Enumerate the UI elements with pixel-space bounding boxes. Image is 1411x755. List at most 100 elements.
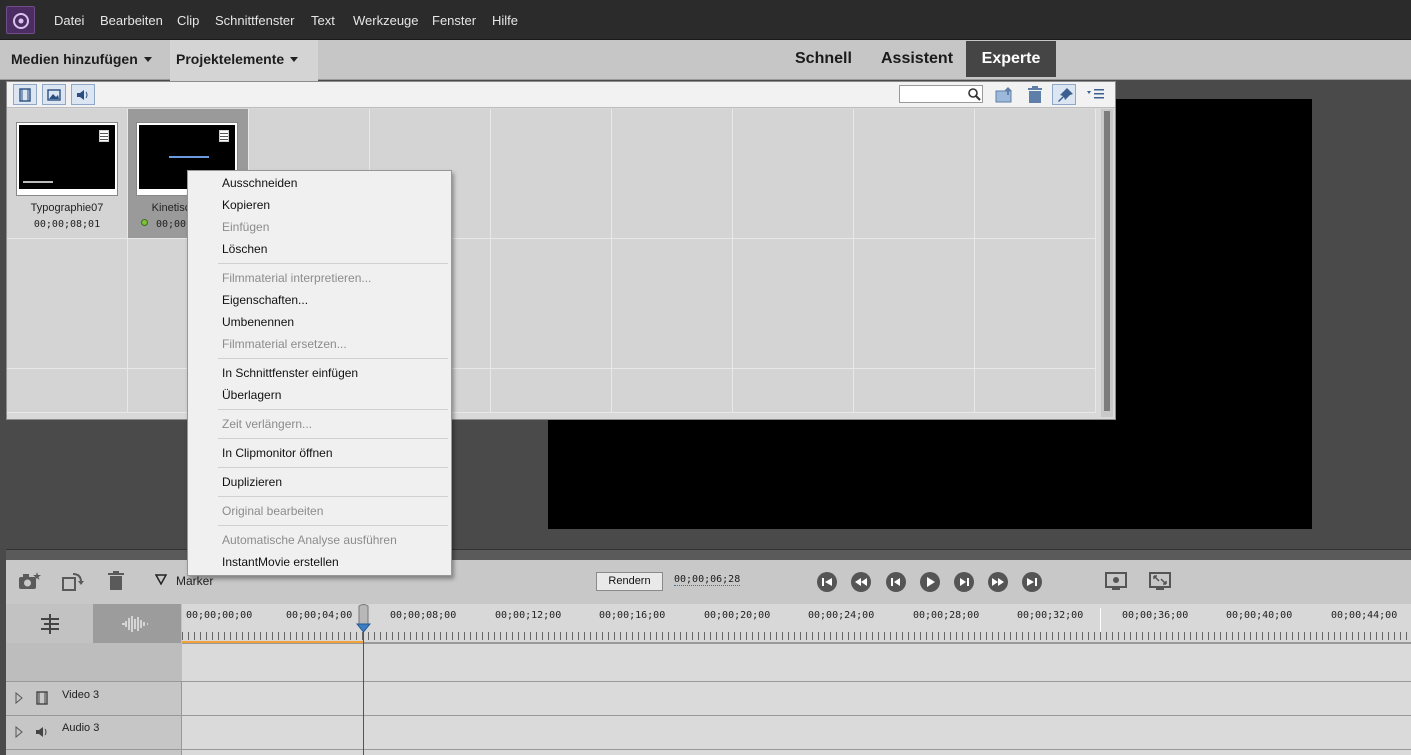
ctx-filmmaterial-interpretieren[interactable]: Filmmaterial interpretieren... (222, 271, 371, 285)
ctx-ausschneiden[interactable]: Ausschneiden (222, 176, 297, 190)
menu-separator (218, 525, 448, 526)
grid-cell (491, 369, 612, 413)
mode-schnell-button[interactable]: Schnell (795, 50, 852, 68)
track-header-audio-3[interactable]: Audio 3 (6, 715, 182, 749)
monitor-settings-icon[interactable] (1104, 571, 1128, 593)
playhead-line (363, 630, 364, 755)
filter-audio-icon[interactable] (71, 84, 95, 105)
filter-image-icon[interactable] (42, 84, 66, 105)
marker-dropdown[interactable]: Marker (176, 574, 213, 588)
ctx-zeit-verlaengern[interactable]: Zeit verlängern... (222, 417, 312, 431)
trash-icon[interactable] (106, 570, 126, 592)
grid-cell (975, 109, 1096, 239)
menu-separator (218, 263, 448, 264)
ruler-label: 00;00;04;00 (286, 610, 353, 621)
grid-cell (612, 109, 733, 239)
current-timecode[interactable]: 00;00;06;28 (674, 574, 741, 586)
menu-schnittfenster[interactable]: Schnittfenster (215, 13, 295, 28)
track-empty (182, 643, 1411, 681)
go-to-end-icon[interactable] (1022, 572, 1042, 592)
track-header-next (6, 749, 182, 755)
menu-separator (218, 358, 448, 359)
grid-cell (854, 369, 975, 413)
grid-cell (612, 239, 733, 369)
menu-separator (218, 496, 448, 497)
chevron-down-icon (290, 57, 299, 62)
menu-text[interactable]: Text (311, 13, 335, 28)
render-button[interactable]: Rendern (596, 572, 663, 591)
ruler-label: 00;00;12;00 (495, 610, 562, 621)
marker-icon[interactable] (155, 574, 167, 586)
add-media-dropdown[interactable]: Medien hinzufügen (11, 51, 152, 67)
ctx-eigenschaften[interactable]: Eigenschaften... (222, 293, 308, 307)
expand-triangle-icon[interactable] (14, 692, 24, 704)
menu-bearbeiten[interactable]: Bearbeiten (100, 13, 163, 28)
ruler-label: 00;00;16;00 (599, 610, 666, 621)
ctx-filmmaterial-ersetzen[interactable]: Filmmaterial ersetzen... (222, 337, 347, 351)
work-area-end-marker[interactable] (1100, 608, 1101, 632)
track-label: Video 3 (62, 689, 100, 701)
grid-cell (854, 239, 975, 369)
expand-triangle-icon[interactable] (14, 726, 24, 738)
new-folder-icon[interactable] (995, 86, 1015, 104)
mode-assistent-button[interactable]: Assistent (881, 50, 953, 68)
clip-duration: 00;00;08;01 (33, 219, 101, 230)
ruler-label: 00;00;28;00 (913, 610, 980, 621)
vertical-scrollbar[interactable] (1101, 109, 1113, 417)
camera-icon[interactable] (18, 571, 42, 591)
scrollbar-thumb[interactable] (1104, 111, 1110, 411)
ctx-einfuegen[interactable]: Einfügen (222, 220, 269, 234)
film-icon (36, 691, 48, 705)
menu-datei[interactable]: Datei (54, 13, 84, 28)
clip-item-typographie07[interactable]: Typographie07 00;00;08;01 (7, 109, 128, 239)
play-icon[interactable] (920, 572, 940, 592)
ruler-label: 00;00;08;00 (390, 610, 457, 621)
ctx-in-schnittfenster-einfuegen[interactable]: In Schnittfenster einfügen (222, 366, 358, 380)
go-to-start-icon[interactable] (817, 572, 837, 592)
trash-icon[interactable] (1026, 86, 1044, 104)
ctx-umbenennen[interactable]: Umbenennen (222, 315, 294, 329)
context-menu: Ausschneiden Kopieren Einfügen Löschen F… (187, 170, 452, 576)
track-video-3[interactable] (182, 681, 1411, 715)
ctx-in-clipmonitor-oeffnen[interactable]: In Clipmonitor öffnen (222, 446, 333, 460)
grid-cell (733, 239, 854, 369)
audio-waveform-toggle[interactable] (93, 604, 181, 643)
grid-cell (491, 239, 612, 369)
ctx-automatische-analyse[interactable]: Automatische Analyse ausführen (222, 533, 397, 547)
fullscreen-icon[interactable] (1148, 571, 1172, 593)
track-audio-3[interactable] (182, 715, 1411, 749)
ctx-ueberlagern[interactable]: Überlagern (222, 388, 281, 402)
fast-forward-icon[interactable] (988, 572, 1008, 592)
search-icon[interactable] (967, 87, 981, 101)
ctx-kopieren[interactable]: Kopieren (222, 198, 270, 212)
ctx-duplizieren[interactable]: Duplizieren (222, 475, 282, 489)
panel-menu-icon[interactable] (1087, 88, 1105, 100)
project-elements-dropdown[interactable]: Projektelemente (176, 51, 299, 67)
mode-experte-button[interactable]: Experte (966, 41, 1056, 77)
menu-hilfe[interactable]: Hilfe (492, 13, 518, 28)
step-back-icon[interactable] (886, 572, 906, 592)
rotate-icon[interactable] (61, 571, 85, 591)
grid-cell (733, 109, 854, 239)
track-header-video-3[interactable]: Video 3 (6, 681, 182, 715)
rewind-icon[interactable] (851, 572, 871, 592)
ruler-label: 00;00;20;00 (704, 610, 771, 621)
ctx-loeschen[interactable]: Löschen (222, 242, 267, 256)
speaker-icon (36, 727, 47, 737)
playhead-handle-icon[interactable] (356, 604, 371, 634)
menu-werkzeuge[interactable]: Werkzeuge (353, 13, 419, 28)
ctx-original-bearbeiten[interactable]: Original bearbeiten (222, 504, 323, 518)
ruler-label: 00;00;32;00 (1017, 610, 1084, 621)
filter-video-icon[interactable] (13, 84, 37, 105)
film-icon (99, 130, 109, 142)
panel-toolbar (7, 82, 1115, 108)
media-grid: Typographie07 00;00;08;01 Kinetisch 00;0… (7, 109, 1099, 413)
menu-fenster[interactable]: Fenster (432, 13, 476, 28)
step-forward-icon[interactable] (954, 572, 974, 592)
ruler-label: 00;00;36;00 (1122, 610, 1189, 621)
track-options-icon[interactable] (38, 613, 62, 635)
ctx-instantmovie-erstellen[interactable]: InstantMovie erstellen (222, 555, 339, 569)
chevron-down-icon (143, 57, 152, 62)
pin-icon[interactable] (1052, 84, 1076, 105)
menu-clip[interactable]: Clip (177, 13, 199, 28)
